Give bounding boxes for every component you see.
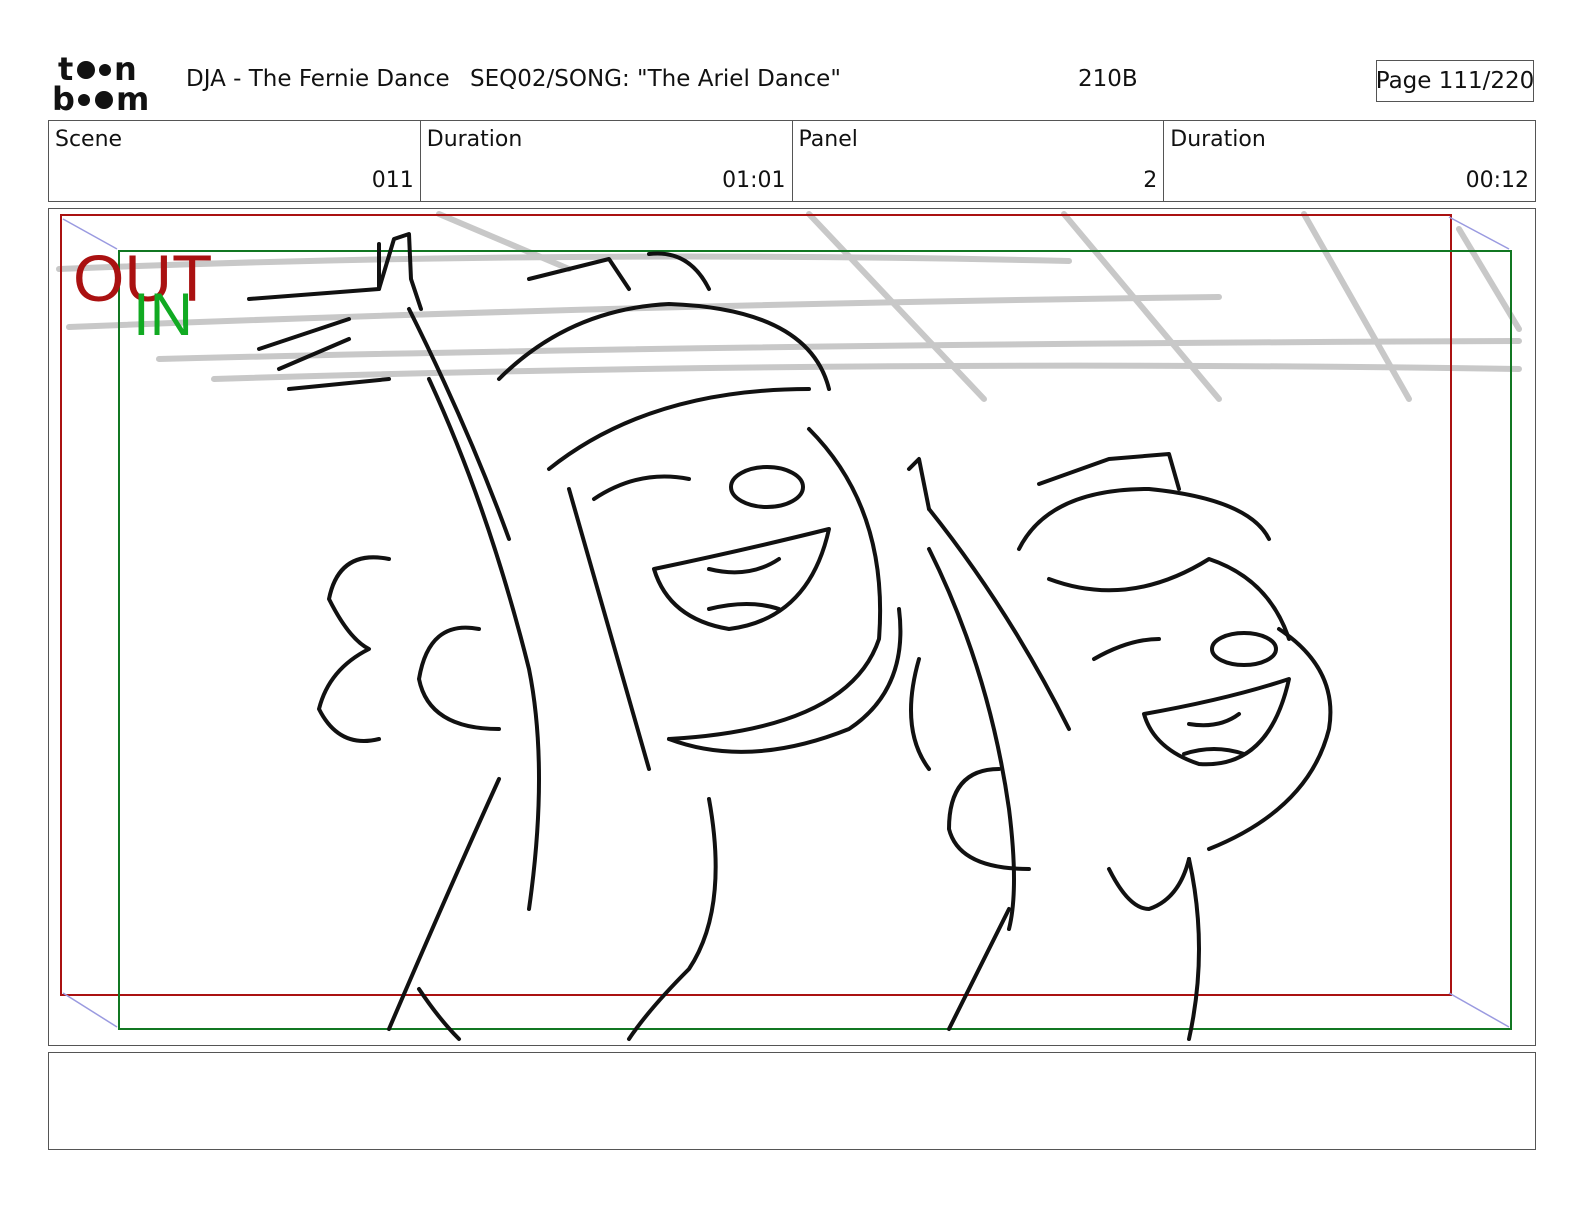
toon-boom-logo: t n b m	[52, 50, 149, 114]
shot-code: 210B	[1078, 66, 1138, 92]
project-title: DJA - The Fernie Dance	[186, 66, 450, 92]
scene-value: 011	[371, 168, 414, 193]
panel-drawing: OUT IN	[56, 211, 1522, 1041]
panel-value: 2	[1143, 168, 1158, 193]
scene-label: Scene	[55, 127, 123, 152]
in-label: IN	[133, 281, 193, 348]
scene-duration-label: Duration	[426, 127, 523, 152]
panel-notes	[48, 1052, 1536, 1150]
storyboard-panel: OUT IN	[48, 208, 1536, 1046]
sequence-title: SEQ02/SONG: "The Ariel Dance"	[470, 66, 841, 92]
info-row: Scene 011 Duration 01:01 Panel 2 Duratio…	[48, 120, 1536, 202]
panel-duration-label: Duration	[1170, 127, 1266, 152]
panel-duration-value: 00:12	[1465, 168, 1529, 193]
svg-text:m: m	[116, 80, 149, 114]
panel-label: Panel	[798, 127, 858, 152]
right-girl-sketch	[907, 452, 1333, 1041]
panel-cell: Panel 2	[793, 121, 1165, 201]
frame-arrows	[62, 216, 1510, 1028]
scene-duration-cell: Duration 01:01	[421, 121, 793, 201]
scene-cell: Scene 011	[49, 121, 421, 201]
page-number: Page 111/220	[1376, 60, 1534, 102]
svg-text:b: b	[52, 80, 75, 114]
scene-duration-value: 01:01	[722, 168, 786, 193]
panel-duration-cell: Duration 00:12	[1164, 121, 1535, 201]
background-sketch	[56, 211, 1522, 402]
